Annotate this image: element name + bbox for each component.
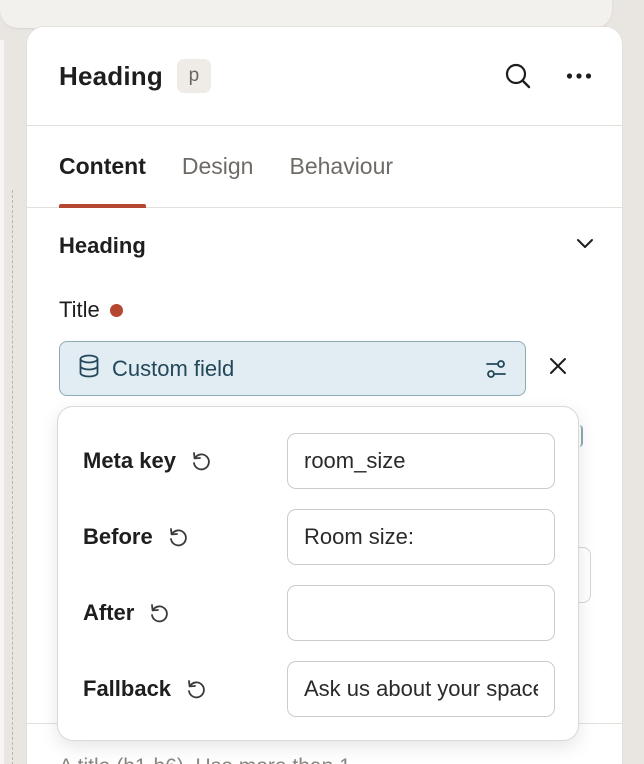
fallback-row: Fallback <box>83 661 555 717</box>
tab-design[interactable]: Design <box>182 126 254 207</box>
custom-field-popover: Meta key Before After Fallback <box>57 406 579 741</box>
custom-field-label: Custom field <box>112 355 235 381</box>
html-tag-badge[interactable]: p <box>176 59 211 93</box>
reset-icon[interactable] <box>148 602 170 624</box>
reset-icon[interactable] <box>185 678 207 700</box>
section-header-heading[interactable]: Heading <box>59 233 594 259</box>
section-title: Heading <box>59 233 146 258</box>
required-indicator <box>109 303 123 317</box>
sliders-icon[interactable] <box>485 359 507 379</box>
more-icon[interactable] <box>566 72 592 80</box>
after-input[interactable] <box>287 585 555 641</box>
after-row: After <box>83 585 555 641</box>
canvas-guide-line <box>12 190 13 764</box>
meta-key-label: Meta key <box>83 448 176 473</box>
tab-bar: Content Design Behaviour <box>27 126 622 208</box>
title-label-text: Title <box>59 297 100 322</box>
panel-header: Heading p <box>27 27 622 126</box>
tab-behaviour[interactable]: Behaviour <box>289 126 393 207</box>
before-label: Before <box>83 524 153 549</box>
database-icon <box>78 354 100 383</box>
tab-content[interactable]: Content <box>59 126 146 208</box>
after-label: After <box>83 600 135 625</box>
search-icon[interactable] <box>504 62 532 90</box>
before-input[interactable] <box>287 509 555 565</box>
close-icon[interactable] <box>549 357 567 380</box>
meta-key-input[interactable] <box>287 433 555 489</box>
custom-field-source[interactable]: Custom field <box>59 341 526 396</box>
header-actions <box>504 62 592 90</box>
background-card <box>0 0 612 28</box>
chevron-down-icon[interactable] <box>576 237 594 255</box>
canvas-edge <box>0 40 4 764</box>
meta-key-row: Meta key <box>83 433 555 489</box>
field-help-text: A title (h1-h6). Use more than 1 ... <box>59 755 374 764</box>
fallback-label: Fallback <box>83 676 172 701</box>
before-row: Before <box>83 509 555 565</box>
title-field-label: Title <box>59 297 123 323</box>
panel-title: Heading <box>59 60 163 91</box>
reset-icon[interactable] <box>190 450 212 472</box>
reset-icon[interactable] <box>167 526 189 548</box>
fallback-input[interactable] <box>287 661 555 717</box>
